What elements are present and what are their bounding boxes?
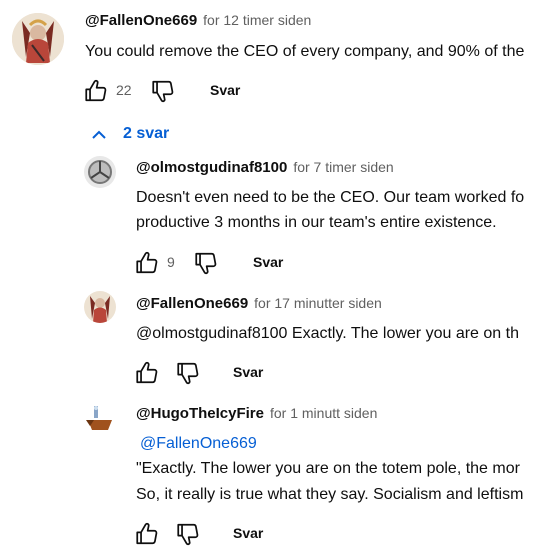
avatar-image [84,291,116,323]
avatar-image [12,13,64,65]
replies-toggle-label: 2 svar [123,125,170,142]
reply-text-line: productive 3 months in our team's entire… [136,214,497,231]
reply-author[interactable]: @olmostgudinaf8100 [136,159,287,176]
dislike-icon[interactable] [175,521,201,547]
avatar[interactable] [84,156,116,188]
reply-author[interactable]: @FallenOne669 [136,295,248,312]
like-icon[interactable] [83,78,109,104]
comment-header: @FallenOne669 for 12 timer siden [85,12,311,29]
like-icon[interactable] [134,360,160,386]
like-count: 22 [116,82,132,98]
reply-header: @FallenOne669 for 17 minutter siden [136,295,382,312]
mention-link[interactable]: @FallenOne669 [140,434,257,454]
comment-time[interactable]: for 12 timer siden [203,12,311,28]
dislike-icon[interactable] [175,360,201,386]
reply-button[interactable]: Svar [253,254,283,270]
like-icon[interactable] [134,521,160,547]
reply-time[interactable]: for 7 timer siden [293,159,393,175]
reply-button[interactable]: Svar [233,525,263,541]
reply-time[interactable]: for 17 minutter siden [254,295,382,311]
avatar[interactable] [84,402,116,434]
reply-button[interactable]: Svar [233,364,263,380]
replies-toggle[interactable]: 2 svar [88,124,188,146]
reply-header: @HugoTheIcyFire for 1 minutt siden [136,405,377,422]
comment-author[interactable]: @FallenOne669 [85,12,197,29]
reply-text-line: @olmostgudinaf8100 Exactly. The lower yo… [136,325,519,342]
reply-time[interactable]: for 1 minutt siden [270,405,377,421]
comment-text: You could remove the CEO of every compan… [85,43,525,60]
avatar-image [84,156,116,188]
like-icon[interactable] [134,250,160,276]
reply-text-line: "Exactly. The lower you are on the totem… [136,460,520,477]
reply-header: @olmostgudinaf8100 for 7 timer siden [136,159,394,176]
reply-text-line: So, it really is true what they say. Soc… [136,486,524,503]
dislike-icon[interactable] [193,250,219,276]
avatar[interactable] [84,291,116,323]
reply-button[interactable]: Svar [210,82,240,98]
like-count: 9 [167,254,175,270]
reply-author[interactable]: @HugoTheIcyFire [136,405,264,422]
chevron-up-icon [92,130,106,139]
dislike-icon[interactable] [150,78,176,104]
avatar-image [84,402,116,434]
avatar[interactable] [12,13,64,65]
reply-text-line: Doesn't even need to be the CEO. Our tea… [136,189,525,206]
